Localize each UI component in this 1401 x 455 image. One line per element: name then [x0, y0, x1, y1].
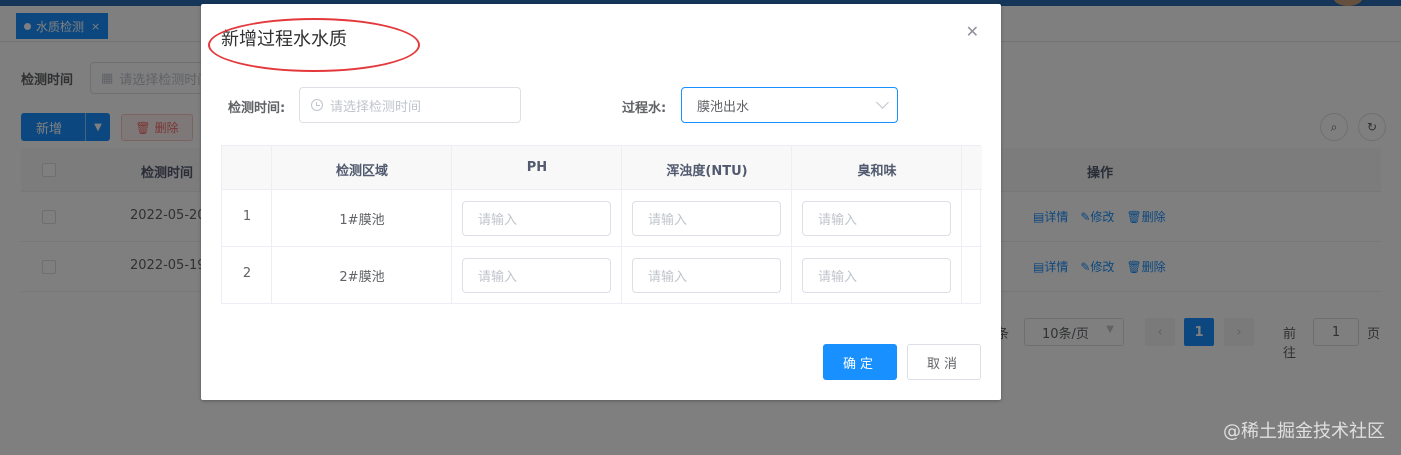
header-area: 检测区域 — [335, 164, 388, 179]
annotation-ellipse — [208, 18, 420, 72]
row-index: 2 — [242, 266, 252, 281]
quality-table: 检测区域 PH 浑浊度(NTU) 臭和味 1 1#膜池 请输入 请输入 请输入 … — [221, 145, 982, 304]
turbidity-input[interactable]: 请输入 — [632, 258, 781, 293]
process-water-select[interactable]: 膜池出水 — [681, 87, 898, 123]
header-odor: 臭和味 — [857, 164, 897, 179]
table-row: 2 2#膜池 请输入 请输入 请输入 — [222, 247, 982, 304]
ph-input[interactable]: 请输入 — [462, 258, 611, 293]
odor-input[interactable]: 请输入 — [802, 201, 951, 236]
close-icon[interactable]: ✕ — [966, 22, 979, 41]
watermark: @稀土掘金技术社区 — [1223, 421, 1385, 442]
table-header: 检测区域 PH 浑浊度(NTU) 臭和味 — [222, 146, 982, 190]
column-divider — [791, 146, 792, 303]
process-water-value: 膜池出水 — [697, 99, 750, 115]
column-divider — [451, 146, 452, 303]
date-picker-input[interactable]: 请选择检测时间 — [299, 87, 521, 123]
header-turbidity: 浑浊度(NTU) — [666, 164, 748, 179]
ph-input[interactable]: 请输入 — [462, 201, 611, 236]
confirm-button[interactable]: 确定 — [823, 344, 897, 380]
column-divider — [271, 146, 272, 303]
turbidity-input[interactable]: 请输入 — [632, 201, 781, 236]
column-divider — [961, 146, 962, 303]
date-field-label: 检测时间: — [228, 101, 286, 116]
cell-area: 2#膜池 — [339, 270, 385, 285]
cell-area: 1#膜池 — [339, 213, 385, 228]
table-row: 1 1#膜池 请输入 请输入 请输入 — [222, 190, 982, 247]
header-ph: PH — [526, 160, 548, 175]
chevron-down-icon — [876, 96, 889, 109]
date-placeholder: 请选择检测时间 — [330, 99, 422, 115]
process-water-label: 过程水: — [622, 101, 667, 116]
row-index: 1 — [242, 209, 252, 224]
clock-icon — [311, 99, 323, 111]
column-divider — [621, 146, 622, 303]
odor-input[interactable]: 请输入 — [802, 258, 951, 293]
add-water-quality-dialog: 新增过程水水质 ✕ 检测时间: 请选择检测时间 过程水: 膜池出水 检测区域 P… — [201, 4, 1001, 400]
cancel-button[interactable]: 取消 — [907, 344, 981, 380]
